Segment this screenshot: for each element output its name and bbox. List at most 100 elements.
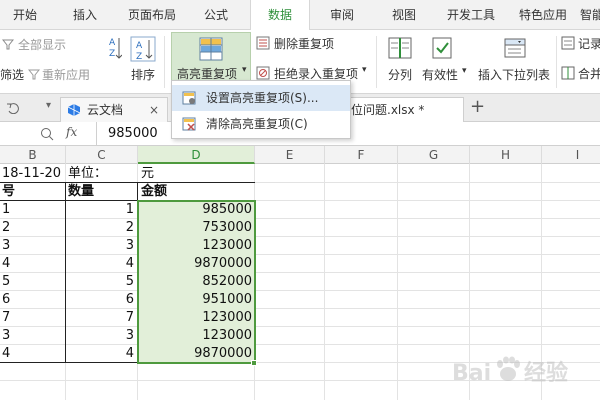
workbook-tab[interactable]: 位问题.xlsx * [340, 97, 464, 122]
column-header-e[interactable]: E [255, 146, 325, 164]
record-button[interactable]: 记录 [578, 35, 600, 52]
filter-button[interactable]: 筛选 [0, 66, 24, 83]
column-header-i[interactable]: I [542, 146, 600, 164]
highlight-set-icon [182, 91, 196, 105]
cloud-icon [67, 104, 81, 116]
undo-icon[interactable] [6, 102, 20, 114]
ribbon-tab-bar: 开始 插入 页面布局 公式 数据 审阅 视图 开发工具 特色应用 智能 [0, 0, 600, 31]
quick-access-dropdown-icon[interactable]: ▾ [46, 100, 51, 111]
tab-page-layout[interactable]: 页面布局 [118, 0, 186, 30]
highlight-duplicates-menu: 设置高亮重复项(S)... 清除高亮重复项(C) [171, 80, 351, 139]
cell-quantity[interactable]: 4 [66, 345, 137, 363]
tab-developer[interactable]: 开发工具 [438, 0, 504, 30]
highlight-grid-icon [199, 37, 223, 61]
cell-quantity[interactable]: 6 [66, 291, 137, 309]
cell-number[interactable]: 1 [2, 201, 64, 219]
insert-dropdown-list-button[interactable]: 插入下拉列表 [478, 66, 550, 83]
cell-quantity[interactable]: 3 [66, 327, 137, 345]
column-header-g[interactable]: G [398, 146, 470, 164]
reapply-button[interactable]: 重新应用 [42, 66, 90, 83]
column-header-b[interactable]: B [0, 146, 66, 164]
cloud-docs-label: 云文档 [87, 103, 124, 117]
show-all-button[interactable]: 全部显示 [18, 36, 66, 53]
cell-quantity[interactable]: 2 [66, 219, 137, 237]
menu-item-set-highlight[interactable]: 设置高亮重复项(S)... [172, 85, 350, 111]
cell-number[interactable]: 5 [2, 273, 64, 291]
highlight-duplicates-button[interactable]: 高亮重复项 ▾ [171, 32, 251, 86]
cell-unit-label[interactable]: 单位： [68, 165, 136, 183]
cell-amount[interactable]: 123000 [138, 309, 255, 327]
tab-data[interactable]: 数据 [250, 0, 310, 31]
column-header-f[interactable]: F [325, 146, 398, 164]
tab-review[interactable]: 审阅 [318, 0, 366, 30]
cell-amount[interactable]: 9870000 [138, 345, 255, 363]
svg-text:经验: 经验 [524, 360, 568, 386]
cell-unit-value[interactable]: 元 [141, 165, 251, 183]
reapply-filter-icon [28, 69, 40, 80]
cell-number[interactable]: 6 [2, 291, 64, 309]
funnel-icon [2, 39, 14, 50]
split-button[interactable]: 分列 [388, 66, 412, 83]
column-header-h[interactable]: H [470, 146, 542, 164]
svg-text:Z: Z [109, 49, 115, 59]
validity-button[interactable]: 有效性 [422, 66, 458, 83]
reject-duplicates-icon [256, 66, 270, 80]
tab-view[interactable]: 视图 [380, 0, 428, 30]
cell-quantity[interactable]: 3 [66, 237, 137, 255]
column-header-d[interactable]: D [138, 146, 255, 164]
cell-quantity[interactable]: 4 [66, 255, 137, 273]
header-number[interactable]: 号 [2, 183, 64, 201]
spreadsheet-window: 开始 插入 页面布局 公式 数据 审阅 视图 开发工具 特色应用 智能 全部显示… [0, 0, 600, 400]
cell-number[interactable]: 4 [2, 345, 64, 363]
cell-quantity[interactable]: 5 [66, 273, 137, 291]
tab-insert[interactable]: 插入 [60, 0, 110, 30]
tab-formulas[interactable]: 公式 [192, 0, 240, 30]
sort-button[interactable]: 排序 [131, 66, 155, 83]
column-header-c[interactable]: C [66, 146, 138, 164]
new-tab-button[interactable]: + [470, 96, 485, 117]
formula-input[interactable]: 985000 [108, 126, 158, 141]
dropdown-list-icon [504, 38, 526, 58]
cloud-docs-tab[interactable]: 云文档 × [60, 97, 168, 122]
tab-special[interactable]: 特色应用 [510, 0, 576, 30]
cell-number[interactable]: 3 [2, 237, 64, 255]
close-tab-icon[interactable]: × [149, 98, 159, 122]
sort-ascending-icon: A Z [109, 38, 122, 59]
header-quantity[interactable]: 数量 [68, 183, 136, 201]
tab-smart[interactable]: 智能 [580, 0, 600, 30]
sort-icon: A Z [130, 36, 156, 62]
remove-duplicates-icon [256, 36, 270, 50]
menu-item-clear-highlight-label: 清除高亮重复项(C) [206, 117, 308, 131]
svg-text:Bai: Bai [452, 361, 491, 386]
cell-amount[interactable]: 951000 [138, 291, 255, 309]
workbook-tab-label: 位问题.xlsx * [351, 103, 425, 117]
cell-date[interactable]: 18-11-20 [2, 165, 64, 183]
cell-amount[interactable]: 9870000 [138, 255, 255, 273]
zoom-search-icon[interactable] [40, 127, 54, 141]
cell-quantity[interactable]: 7 [66, 309, 137, 327]
validity-icon [432, 37, 452, 59]
cell-amount[interactable]: 852000 [138, 273, 255, 291]
cell-number[interactable]: 4 [2, 255, 64, 273]
cell-number[interactable]: 7 [2, 309, 64, 327]
cell-number[interactable]: 3 [2, 327, 64, 345]
fx-button[interactable]: fx [66, 125, 77, 139]
cell-quantity[interactable]: 1 [66, 201, 137, 219]
merge-button[interactable]: 合并 [578, 65, 600, 82]
header-amount[interactable]: 金额 [141, 183, 251, 201]
cell-number[interactable]: 2 [2, 219, 64, 237]
remove-duplicates-button[interactable]: 删除重复项 [274, 35, 334, 52]
validity-dropdown-icon[interactable]: ▾ [462, 66, 467, 76]
cell-amount[interactable]: 123000 [138, 237, 255, 255]
svg-text:Z: Z [136, 52, 142, 62]
tab-start[interactable]: 开始 [0, 0, 50, 30]
reject-dropdown-icon[interactable]: ▾ [362, 65, 367, 75]
split-column-icon [388, 37, 412, 59]
cell-amount[interactable]: 985000 [138, 201, 255, 219]
menu-item-clear-highlight[interactable]: 清除高亮重复项(C) [172, 111, 350, 137]
cell-amount[interactable]: 123000 [138, 327, 255, 345]
merge-icon [561, 66, 575, 80]
svg-text:A: A [109, 38, 116, 48]
cell-amount[interactable]: 753000 [138, 219, 255, 237]
column-header-row: B C D E F G H I [0, 146, 600, 164]
